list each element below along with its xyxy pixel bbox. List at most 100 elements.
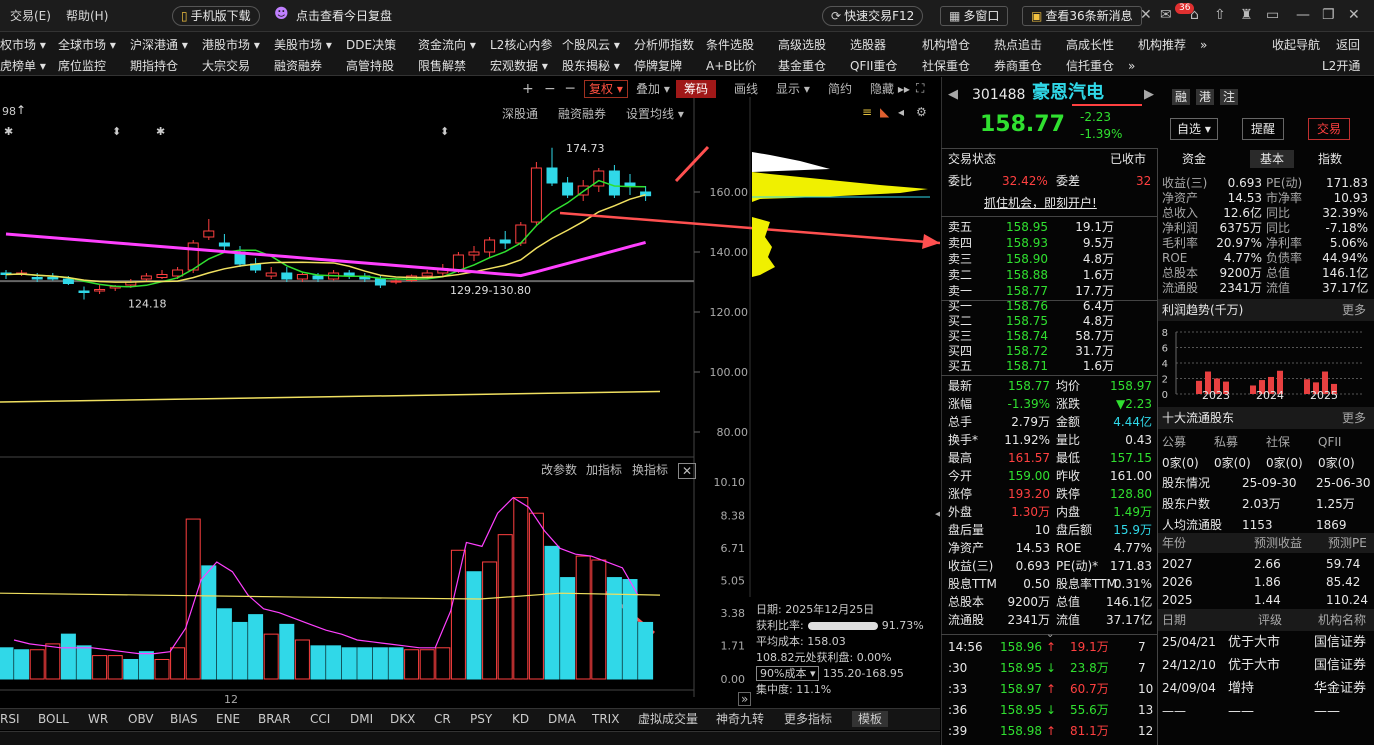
nav-item-r1-16[interactable]: 机构推荐: [1138, 39, 1186, 51]
event-marker-icon[interactable]: ⬍: [112, 125, 121, 138]
indicator-tab-9[interactable]: DKX: [390, 713, 415, 725]
gang-badge[interactable]: 港: [1196, 89, 1215, 105]
nav-item-r2-11[interactable]: 基金重仓: [778, 60, 826, 72]
collapse-handle-icon[interactable]: ◂: [935, 507, 941, 520]
zoom-in-icon[interactable]: +: [522, 82, 534, 96]
fund-tab-1[interactable]: 基本: [1250, 150, 1295, 168]
indicator-tab-0[interactable]: RSI: [0, 713, 20, 725]
indicator-tab-15[interactable]: 虚拟成交量: [638, 713, 698, 725]
nav-item-r2-12[interactable]: QFII重仓: [850, 60, 897, 72]
top10-more-link[interactable]: 更多: [1342, 412, 1366, 424]
indicator-tab-4[interactable]: BIAS: [170, 713, 198, 725]
indicator-tab-16[interactable]: 神奇九转: [716, 713, 764, 725]
set-ma-button[interactable]: 设置均线 ▾: [626, 108, 684, 120]
nav-item-r1-2[interactable]: 沪深港通 ▾: [130, 39, 188, 51]
jianjie-button[interactable]: 简约: [828, 83, 852, 95]
indicator-tab-7[interactable]: CCI: [310, 713, 330, 725]
quick-trade-button[interactable]: ⟳ 快速交易F12: [822, 6, 924, 26]
menu-help[interactable]: 帮助(H): [66, 10, 108, 22]
nav-item-r2-17[interactable]: L2开通: [1322, 60, 1360, 72]
nav-item-r1-13[interactable]: 机构增仓: [922, 39, 970, 51]
minimize-small-icon[interactable]: ▭: [1266, 8, 1279, 22]
shgt-link[interactable]: 深股通: [502, 108, 538, 120]
minimize-icon[interactable]: —: [1296, 8, 1310, 22]
nav-item-r1-8[interactable]: 个股风云 ▾: [562, 39, 620, 51]
nav-item-r1-0[interactable]: 权市场 ▾: [0, 39, 46, 51]
chip-tool-icon[interactable]: ≡: [862, 106, 872, 118]
indicator-tab-14[interactable]: TRIX: [592, 713, 619, 725]
zhu-badge[interactable]: 注: [1220, 89, 1239, 105]
prev-stock-icon[interactable]: ◀: [948, 88, 958, 101]
settings-icon[interactable]: ⚙: [916, 106, 927, 118]
indicator-tab-2[interactable]: WR: [88, 713, 108, 725]
nav-item-r2-8[interactable]: 股东揭秘 ▾: [562, 60, 620, 72]
fuquan-button[interactable]: 复权 ▾: [584, 80, 628, 98]
indicator-tab-10[interactable]: CR: [434, 713, 451, 725]
switch-indicator-button[interactable]: 换指标: [632, 464, 668, 476]
nav-item-r1-7[interactable]: L2核心内参: [490, 39, 552, 51]
indicator-tab-1[interactable]: BOLL: [38, 713, 69, 725]
diejia-button[interactable]: 叠加 ▾: [636, 83, 670, 95]
restore-icon[interactable]: ❐: [1322, 8, 1335, 22]
nav-item-r1-17[interactable]: »: [1200, 39, 1207, 51]
nav-item-r1-19[interactable]: 返回: [1336, 39, 1360, 51]
add-watchlist-button[interactable]: 自选 ▾: [1170, 118, 1218, 140]
close-indicator-icon[interactable]: ✕: [678, 463, 697, 479]
event-marker-icon[interactable]: ✱: [156, 125, 165, 138]
open-account-link[interactable]: 抓住机会，即刻开户!: [984, 197, 1097, 209]
fullscreen-icon[interactable]: ⛶: [916, 82, 924, 94]
alert-button[interactable]: 提醒: [1242, 118, 1285, 140]
nav-item-r2-0[interactable]: 虎榜单 ▾: [0, 60, 46, 72]
change-params-button[interactable]: 改参数: [541, 464, 577, 476]
expand-icon[interactable]: »: [738, 692, 752, 706]
indicator-tab-18[interactable]: 模板: [852, 711, 889, 727]
nav-item-r1-9[interactable]: 分析师指数: [634, 39, 694, 51]
indicator-tab-6[interactable]: BRAR: [258, 713, 291, 725]
mobile-download-button[interactable]: ▯ 手机版下载: [172, 6, 260, 26]
minus-line-icon[interactable]: ─: [566, 82, 574, 96]
xianshi-button[interactable]: 显示 ▾: [776, 83, 810, 95]
nav-item-r1-5[interactable]: DDE决策: [346, 39, 396, 51]
shirt-icon[interactable]: ♜: [1240, 8, 1253, 22]
news-button[interactable]: ▣ 查看36条新消息: [1022, 6, 1142, 26]
nav-item-r2-2[interactable]: 期指持仓: [130, 60, 178, 72]
nav-item-r2-5[interactable]: 高管持股: [346, 60, 394, 72]
nav-item-r1-10[interactable]: 条件选股: [706, 39, 754, 51]
nav-item-r2-1[interactable]: 席位监控: [58, 60, 106, 72]
chip-arrow-icon[interactable]: ◂: [898, 106, 904, 118]
home-icon[interactable]: ⌂: [1190, 8, 1199, 22]
profit-more-link[interactable]: 更多: [1342, 304, 1366, 316]
yincang-button[interactable]: 隐藏 ▸▸: [870, 83, 910, 95]
nav-item-r1-4[interactable]: 美股市场 ▾: [274, 39, 332, 51]
nav-item-r2-7[interactable]: 宏观数据 ▾: [490, 60, 548, 72]
next-stock-icon[interactable]: ▶: [1144, 88, 1154, 101]
event-marker-icon[interactable]: ⬍: [440, 125, 449, 138]
zoom-out-icon[interactable]: −: [544, 82, 556, 96]
nav-item-r1-3[interactable]: 港股市场 ▾: [202, 39, 260, 51]
cost-select[interactable]: 90%成本 ▾: [756, 666, 820, 681]
nav-item-r2-14[interactable]: 券商重仓: [994, 60, 1042, 72]
rong-badge[interactable]: 融: [1172, 89, 1191, 105]
fund-tab-0[interactable]: 资金: [1182, 153, 1206, 165]
close-news-icon[interactable]: ✕: [1140, 8, 1152, 22]
nav-item-r2-10[interactable]: A+B比价: [706, 60, 757, 72]
nav-item-r1-11[interactable]: 高级选股: [778, 39, 826, 51]
scroll-up-icon[interactable]: ⌄: [1046, 630, 1054, 640]
event-marker-icon[interactable]: ✱: [4, 125, 13, 138]
nav-item-r1-15[interactable]: 高成长性: [1066, 39, 1114, 51]
indicator-tab-12[interactable]: KD: [512, 713, 529, 725]
up-icon[interactable]: ⇧: [1214, 8, 1226, 22]
fund-tab-2[interactable]: 指数: [1318, 153, 1342, 165]
daily-review-link[interactable]: 点击查看今日复盘: [296, 10, 392, 22]
indicator-tab-17[interactable]: 更多指标: [784, 713, 832, 725]
indicator-tab-13[interactable]: DMA: [548, 713, 576, 725]
nav-item-r2-9[interactable]: 停牌复牌: [634, 60, 682, 72]
indicator-tab-5[interactable]: ENE: [216, 713, 240, 725]
rzrq-link[interactable]: 融资融券: [558, 108, 606, 120]
mail-icon[interactable]: ✉: [1160, 8, 1172, 22]
close-icon[interactable]: ✕: [1348, 8, 1360, 22]
nav-item-r1-12[interactable]: 选股器: [850, 39, 886, 51]
huaxian-button[interactable]: 画线: [734, 83, 758, 95]
indicator-tab-8[interactable]: DMI: [350, 713, 373, 725]
nav-item-r1-1[interactable]: 全球市场 ▾: [58, 39, 116, 51]
